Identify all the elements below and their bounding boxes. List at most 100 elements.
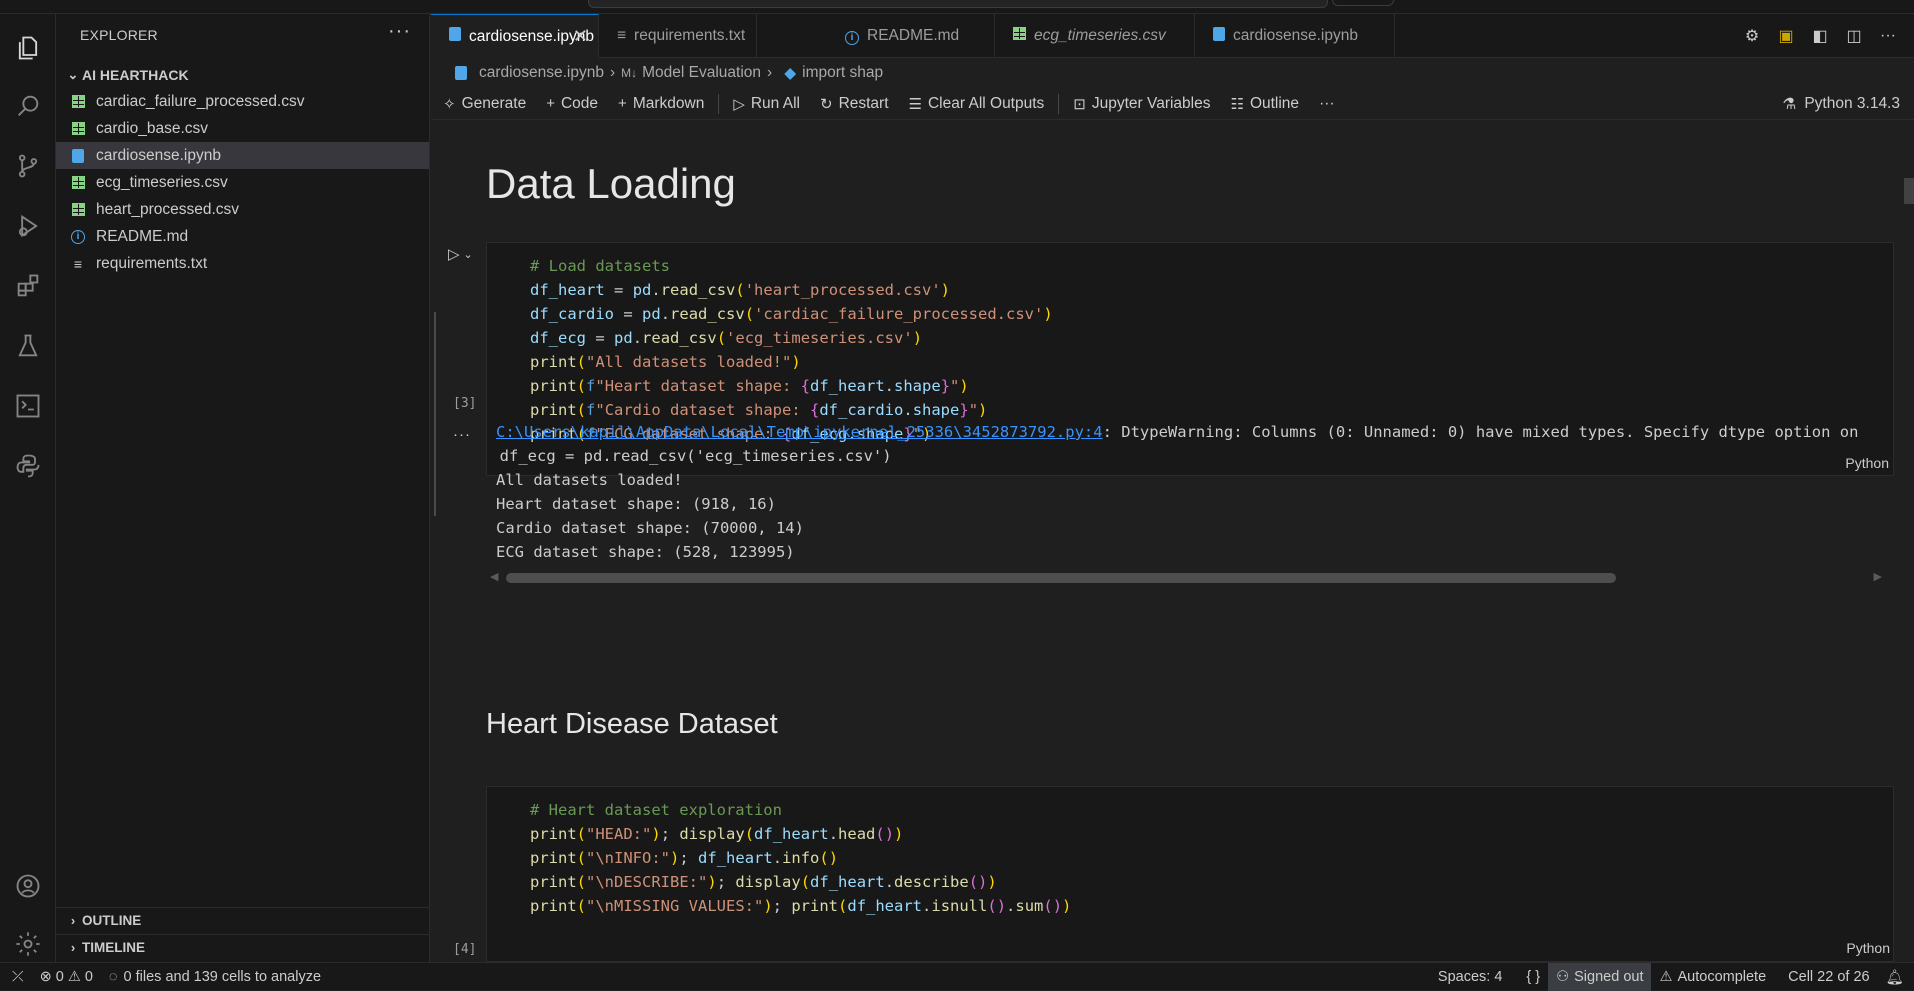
- extensions-icon[interactable]: [10, 268, 46, 304]
- code-cell[interactable]: # Heart dataset exploration print("HEAD:…: [486, 786, 1894, 962]
- breadcrumb-symbol[interactable]: import shap: [802, 64, 883, 82]
- restart-button[interactable]: ↻ Restart: [820, 95, 889, 113]
- tab-readme-md[interactable]: i README.md: [827, 14, 995, 58]
- sparkle-icon: ✧: [443, 95, 456, 113]
- timeline-section[interactable]: › TIMELINE: [56, 934, 429, 960]
- traceback-link[interactable]: C:\Users\kapil\AppData\Local\Temp\ipyker…: [496, 423, 1103, 441]
- explorer-icon[interactable]: [10, 30, 46, 66]
- language-status[interactable]: { }: [1518, 963, 1548, 991]
- signed-out-status[interactable]: ⚇ Signed out: [1548, 963, 1652, 991]
- warning-icon: ⚠: [1659, 969, 1673, 985]
- analysis-status[interactable]: ◌ 0 files and 139 cells to analyze: [101, 963, 329, 991]
- breadcrumb-section[interactable]: Model Evaluation: [642, 64, 761, 82]
- jupyter-variables-button[interactable]: ⊡ Jupyter Variables: [1073, 95, 1210, 113]
- autocomplete-status[interactable]: ⚠ Autocomplete: [1651, 963, 1774, 991]
- notebook-file-icon: [1213, 26, 1225, 46]
- python-icon[interactable]: [10, 448, 46, 484]
- scroll-right-icon[interactable]: ▶: [1874, 570, 1882, 583]
- warning-text: : DtypeWarning: Columns (0: Unnamed: 0) …: [1102, 423, 1859, 441]
- tab-ecg-timeseries-csv[interactable]: ecg_timeseries.csv: [995, 14, 1195, 58]
- settings-gear-icon[interactable]: ⚙: [1742, 26, 1762, 46]
- run-debug-icon[interactable]: [10, 208, 46, 244]
- notebook-file-icon: [453, 65, 469, 81]
- file-label: requirements.txt: [96, 254, 208, 272]
- run-all-label: Run All: [750, 94, 800, 112]
- add-code-button[interactable]: + Code: [546, 95, 598, 113]
- folder-ai-hearthack[interactable]: ⌄ AI HEARTHACK: [56, 62, 429, 88]
- cell-position-status[interactable]: Cell 22 of 26: [1774, 963, 1877, 991]
- testing-icon[interactable]: [10, 328, 46, 364]
- output-actions-icon[interactable]: ···: [453, 426, 471, 443]
- restart-icon: ↻: [819, 95, 833, 113]
- jupyter-variables-icon[interactable]: [10, 388, 46, 424]
- editor-actions: ⚙ ▣ ◧ ◫ ···: [1742, 14, 1914, 58]
- clear-outputs-label: Clear All Outputs: [927, 94, 1045, 112]
- add-markdown-button[interactable]: + Markdown: [618, 95, 704, 113]
- list-icon: ☷: [1230, 95, 1244, 113]
- more-actions-icon[interactable]: ···: [388, 20, 411, 43]
- loading-icon: ◌: [108, 968, 118, 985]
- error-count: 0: [55, 968, 64, 985]
- file-label: heart_processed.csv: [96, 200, 240, 218]
- problems-indicator[interactable]: ⊗ 0 ⚠ 0: [32, 963, 101, 991]
- run-all-button[interactable]: ▷ Run All: [733, 95, 800, 113]
- split-editor-icon[interactable]: ◫: [1844, 26, 1864, 46]
- file-item[interactable]: cardiac_failure_processed.csv: [56, 88, 429, 115]
- command-center[interactable]: [588, 0, 1328, 8]
- clear-outputs-button[interactable]: ☰ Clear All Outputs: [909, 95, 1045, 113]
- settings-gear-icon[interactable]: [10, 926, 46, 962]
- title-bar-control[interactable]: [1332, 0, 1394, 6]
- source-control-icon[interactable]: [10, 148, 46, 184]
- outline-button[interactable]: ☷ Outline: [1230, 95, 1299, 113]
- file-item-selected[interactable]: cardiosense.ipynb: [56, 142, 429, 169]
- file-item[interactable]: cardio_base.csv: [56, 115, 429, 142]
- scroll-left-icon[interactable]: ◀: [490, 570, 498, 583]
- generate-button[interactable]: ✧ Generate: [443, 95, 526, 113]
- cell-language[interactable]: Python: [1845, 455, 1889, 471]
- code-editor[interactable]: # Heart dataset exploration print("HEAD:…: [530, 798, 1071, 918]
- tab-requirements-txt[interactable]: ≡ requirements.txt: [599, 14, 757, 58]
- output-horizontal-scrollbar[interactable]: ◀ ▶: [486, 570, 1886, 586]
- notifications-icon[interactable]: 🔔︎: [1878, 963, 1914, 991]
- account-icon[interactable]: [10, 868, 46, 904]
- file-label: cardiac_failure_processed.csv: [96, 92, 305, 110]
- file-label: README.md: [96, 227, 189, 245]
- output-line: df_ecg = pd.read_csv('ecg_timeseries.csv…: [481, 447, 892, 465]
- indentation-status[interactable]: Spaces: 4: [1430, 963, 1519, 991]
- more-toolbar-button[interactable]: ···: [1319, 95, 1335, 113]
- file-item[interactable]: ecg_timeseries.csv: [56, 169, 429, 196]
- tab-label: cardiosense.ipynb: [1233, 27, 1358, 44]
- outline-label: OUTLINE: [82, 913, 142, 928]
- file-item[interactable]: i README.md: [56, 223, 429, 250]
- chevron-right-icon: ›: [70, 913, 76, 928]
- code-label: Code: [560, 94, 599, 112]
- kernel-status-icon[interactable]: ▣: [1776, 26, 1796, 46]
- toggle-panel-icon[interactable]: ◧: [1810, 26, 1830, 46]
- generate-label: Generate: [461, 94, 527, 112]
- copilot-icon: ⚇: [1556, 969, 1570, 985]
- analysis-label: 0 files and 139 cells to analyze: [123, 968, 322, 985]
- search-icon[interactable]: [10, 88, 46, 124]
- cell-language[interactable]: Python: [1846, 940, 1890, 958]
- breadcrumb-file[interactable]: cardiosense.ipynb: [479, 64, 604, 82]
- file-item[interactable]: ≡ requirements.txt: [56, 250, 429, 277]
- vertical-scrollbar[interactable]: [1904, 178, 1914, 204]
- remote-icon[interactable]: ⤫: [0, 963, 32, 991]
- scrollbar-thumb[interactable]: [506, 573, 1616, 583]
- clear-all-icon: ☰: [908, 95, 922, 113]
- explorer-sidebar: EXPLORER ··· ⌄ AI HEARTHACK cardiac_fail…: [56, 14, 430, 962]
- markdown-heading-heart-disease: Heart Disease Dataset: [486, 708, 778, 740]
- outline-section[interactable]: › OUTLINE: [56, 907, 429, 933]
- signed-out-label: Signed out: [1574, 969, 1644, 985]
- file-item[interactable]: heart_processed.csv: [56, 196, 429, 223]
- warning-icon: ⚠: [67, 968, 81, 985]
- run-cell-button[interactable]: ▷ ⌄: [448, 244, 478, 264]
- activity-bar: [0, 14, 56, 962]
- tab-cardiosense-ipynb-2[interactable]: cardiosense.ipynb: [1195, 14, 1395, 58]
- tab-cardiosense-ipynb[interactable]: cardiosense.ipynb ✕: [431, 14, 599, 58]
- close-icon[interactable]: ✕: [573, 26, 588, 47]
- kernel-picker[interactable]: ⚗ Python 3.14.3: [1782, 88, 1900, 120]
- csv-file-icon: [70, 121, 86, 137]
- more-actions-icon[interactable]: ···: [1878, 26, 1898, 46]
- code-editor[interactable]: # Load datasets df_heart = pd.read_csv('…: [530, 254, 1053, 446]
